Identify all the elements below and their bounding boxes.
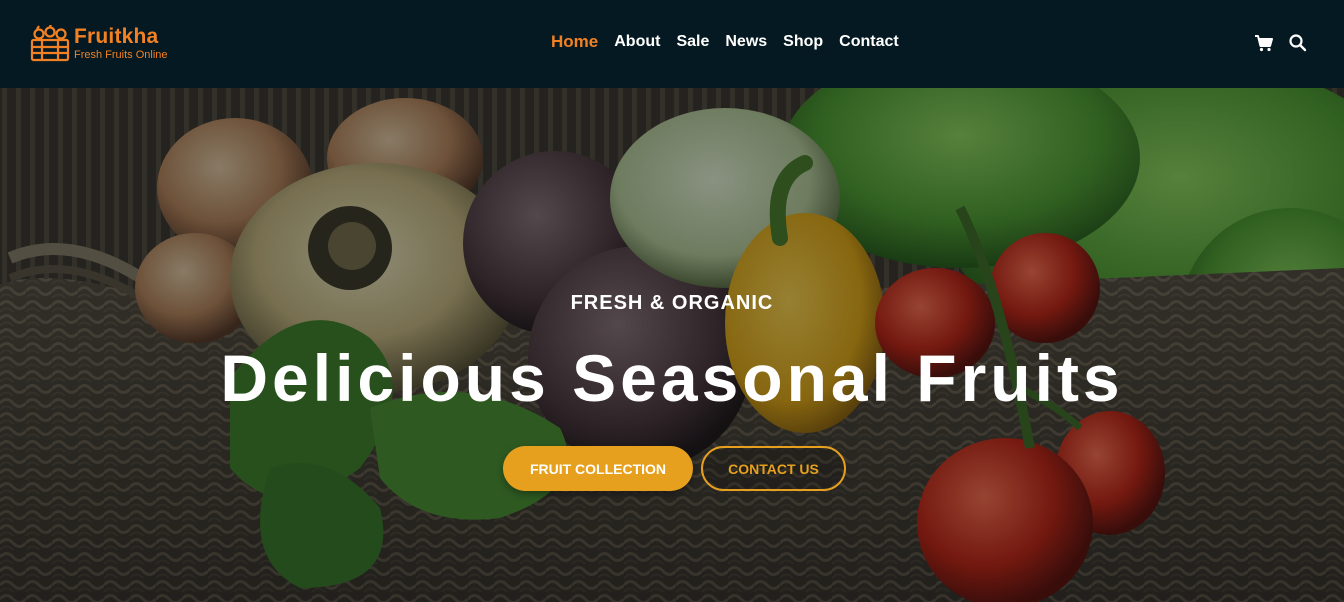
- fruit-crate-logo-icon: [30, 25, 70, 62]
- cart-icon[interactable]: [1254, 33, 1274, 53]
- nav-contact[interactable]: Contact: [839, 32, 899, 52]
- search-icon[interactable]: [1288, 33, 1308, 53]
- hero-subtitle: FRESH & ORGANIC: [570, 292, 774, 314]
- nav-shop[interactable]: Shop: [783, 32, 823, 52]
- hero-buttons: FRUIT COLLECTION CONTACT US: [503, 446, 846, 491]
- hero-content: FRESH & ORGANIC Delicious Seasonal Fruit…: [0, 88, 1344, 602]
- logo-text: Fruitkha Fresh Fruits Online: [74, 25, 168, 61]
- site-header: Fruitkha Fresh Fruits Online Home About …: [0, 0, 1344, 88]
- nav-about[interactable]: About: [614, 32, 660, 52]
- main-nav: Home About Sale News Shop Contact: [551, 32, 915, 52]
- contact-us-button[interactable]: CONTACT US: [701, 446, 846, 491]
- hero-section: FRESH & ORGANIC Delicious Seasonal Fruit…: [0, 88, 1344, 602]
- brand-name: Fruitkha: [74, 25, 159, 48]
- nav-home[interactable]: Home: [551, 32, 598, 52]
- nav-sale[interactable]: Sale: [676, 32, 709, 52]
- site-logo[interactable]: Fruitkha Fresh Fruits Online: [30, 25, 168, 63]
- header-icons: [1254, 33, 1322, 53]
- hero-title: Delicious Seasonal Fruits: [220, 341, 1124, 415]
- nav-news[interactable]: News: [725, 32, 767, 52]
- brand-tagline: Fresh Fruits Online: [74, 49, 168, 61]
- fruit-collection-button[interactable]: FRUIT COLLECTION: [503, 446, 693, 491]
